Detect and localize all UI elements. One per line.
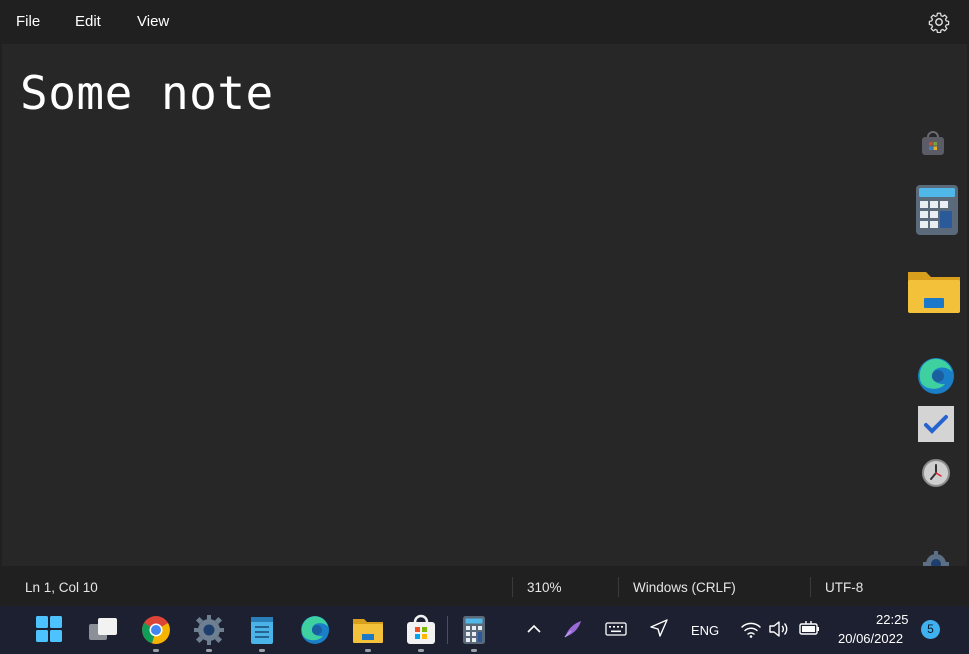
edge-icon[interactable] — [916, 356, 956, 401]
menu-view[interactable]: View — [137, 13, 169, 30]
language-indicator[interactable]: ENG — [691, 623, 719, 638]
folder-icon[interactable] — [906, 266, 962, 319]
status-divider — [618, 577, 619, 597]
text-editor[interactable]: Some note — [2, 44, 967, 577]
clock-icon[interactable] — [921, 458, 951, 493]
running-indicator — [365, 649, 371, 652]
store-icon[interactable] — [919, 130, 947, 163]
running-indicator — [259, 649, 265, 652]
volume-icon[interactable] — [768, 619, 790, 644]
gear-icon — [928, 12, 950, 34]
notepad-icon[interactable] — [246, 614, 278, 646]
status-divider — [512, 577, 513, 597]
settings-icon[interactable] — [193, 614, 225, 646]
settings-button[interactable] — [928, 11, 950, 34]
menu-edit[interactable]: Edit — [75, 13, 101, 30]
battery-icon[interactable] — [797, 620, 821, 643]
taskbar-divider — [447, 616, 448, 644]
running-indicator — [206, 649, 212, 652]
status-bar: Ln 1, Col 10 310% Windows (CRLF) UTF-8 — [0, 566, 969, 606]
file-explorer-icon[interactable] — [352, 614, 384, 646]
location-icon[interactable] — [649, 618, 669, 643]
windows-start-icon[interactable] — [34, 614, 66, 646]
chevron-up-icon[interactable] — [525, 620, 543, 643]
clock-time[interactable]: 22:25 — [876, 612, 909, 627]
microsoft-store-icon[interactable] — [405, 614, 437, 646]
calculator-icon[interactable] — [458, 614, 490, 646]
editor-content[interactable]: Some note — [20, 66, 274, 120]
taskbar: ENG 22:25 20/06/2022 5 — [0, 606, 969, 654]
running-indicator — [418, 649, 424, 652]
cursor-position: Ln 1, Col 10 — [25, 580, 98, 595]
line-ending: Windows (CRLF) — [633, 580, 736, 595]
clock-date[interactable]: 20/06/2022 — [838, 631, 903, 646]
chrome-icon[interactable] — [140, 614, 172, 646]
wifi-icon[interactable] — [740, 619, 762, 644]
notification-badge[interactable]: 5 — [921, 620, 940, 639]
keyboard-icon[interactable] — [605, 620, 627, 643]
status-divider — [810, 577, 811, 597]
edge-icon[interactable] — [299, 614, 331, 646]
running-indicator — [471, 649, 477, 652]
menu-file[interactable]: File — [16, 13, 40, 30]
task-view-icon[interactable] — [87, 614, 119, 646]
pen-icon[interactable] — [562, 618, 584, 645]
todo-icon[interactable] — [918, 406, 954, 447]
zoom-level: 310% — [527, 580, 562, 595]
encoding: UTF-8 — [825, 580, 864, 595]
running-indicator — [153, 649, 159, 652]
calculator-icon[interactable] — [915, 184, 959, 241]
menu-bar: File Edit View — [0, 0, 969, 44]
